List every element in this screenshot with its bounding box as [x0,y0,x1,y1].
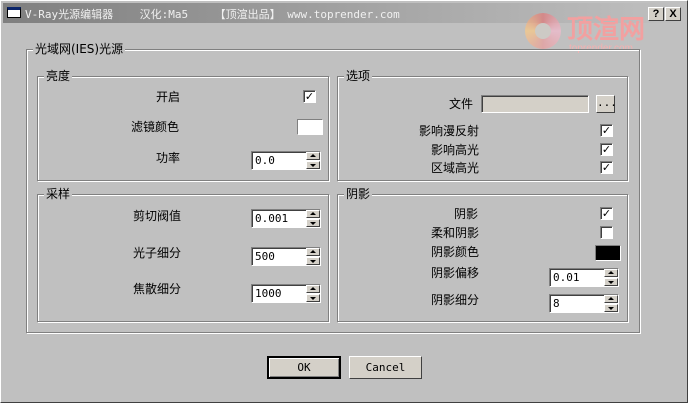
power-value: 0.0 [255,154,275,167]
watermark-text: 顶渲网 [567,15,646,45]
soft-shadows-checkbox[interactable] [600,226,613,239]
shadow-subdivs-value: 8 [553,297,560,310]
file-browse-button[interactable]: ... [596,95,617,113]
power-spinner[interactable]: 0.0 [251,151,321,170]
cutoff-label: 剪切阀值 [133,209,182,223]
spin-up-icon[interactable] [306,248,320,256]
shadows-checkbox[interactable]: ✓ [600,207,613,220]
photon-subdivs-spinner[interactable]: 500 [251,247,321,266]
shadow-color-label: 阴影颜色 [431,245,480,259]
spin-up-icon[interactable] [604,269,618,277]
caustic-subdivs-spinner[interactable]: 1000 [251,284,321,303]
affect-diffuse-checkbox[interactable]: ✓ [600,124,613,137]
on-checkbox[interactable]: ✓ [303,90,316,103]
spin-down-icon[interactable] [306,161,320,169]
caustic-subdivs-label: 焦散细分 [133,282,182,296]
window-icon [7,7,21,18]
shadow-bias-value: 0.01 [553,271,580,284]
file-label: 文件 [449,97,474,111]
affect-specular-label: 影响高光 [431,143,480,157]
filter-color-swatch[interactable] [297,119,323,135]
ok-button[interactable]: OK [267,356,341,379]
soft-shadows-label: 柔和阴影 [431,226,480,240]
spin-up-icon[interactable] [306,152,320,160]
spin-up-icon[interactable] [306,210,320,218]
cutoff-spinner[interactable]: 0.001 [251,209,321,228]
shadows-label: 阴影 [454,207,479,221]
area-specular-label: 区域高光 [431,161,480,175]
photon-subdivs-value: 500 [255,250,275,263]
shadow-subdivs-label: 阴影细分 [431,293,480,307]
shadow-bias-label: 阴影偏移 [431,266,480,280]
spin-down-icon[interactable] [604,278,618,286]
cancel-button[interactable]: Cancel [349,356,422,379]
options-group: 选项 [337,69,628,181]
window-title: V-Ray光源编辑器 汉化:Ma5 【顶渲出品】 www.toprender.c… [25,8,400,21]
brightness-group-title: 亮度 [44,69,73,83]
shadow-bias-spinner[interactable]: 0.01 [549,268,619,287]
shadow-group-title: 阴影 [344,187,373,201]
shadow-color-swatch[interactable] [595,245,621,261]
spin-up-icon[interactable] [604,295,618,303]
area-specular-checkbox[interactable]: ✓ [600,161,613,174]
spin-down-icon[interactable] [306,257,320,265]
cutoff-value: 0.001 [255,212,289,225]
options-group-title: 选项 [344,69,373,83]
power-label: 功率 [156,151,181,165]
filter-color-label: 滤镜颜色 [131,120,180,134]
affect-specular-checkbox[interactable]: ✓ [600,143,613,156]
file-path-field[interactable] [481,95,589,113]
ies-group-title: 光域网(IES)光源 [33,42,126,56]
on-label: 开启 [156,90,181,104]
shadow-subdivs-spinner[interactable]: 8 [549,294,619,313]
watermark-logo-icon [525,13,561,49]
affect-diffuse-label: 影响漫反射 [419,124,480,138]
spin-down-icon[interactable] [306,219,320,227]
photon-subdivs-label: 光子细分 [133,246,182,260]
spin-down-icon[interactable] [306,294,320,302]
spin-up-icon[interactable] [306,285,320,293]
dialog-window: V-Ray光源编辑器 汉化:Ma5 【顶渲出品】 www.toprender.c… [0,0,688,403]
sampling-group-title: 采样 [44,187,73,201]
caustic-subdivs-value: 1000 [255,287,282,300]
spin-down-icon[interactable] [604,304,618,312]
